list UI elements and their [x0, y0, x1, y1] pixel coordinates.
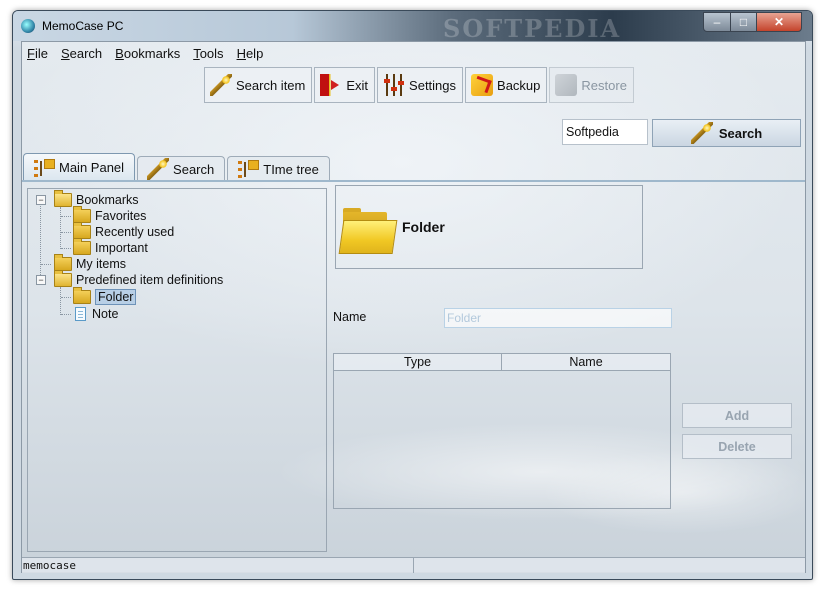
tree-node-favorites[interactable]: Favorites	[73, 206, 146, 224]
tree-node-bookmarks[interactable]: Bookmarks	[54, 190, 139, 208]
app-icon	[21, 19, 35, 33]
tab-time-tree[interactable]: TIme tree	[227, 156, 330, 181]
menu-search[interactable]: Search	[61, 46, 102, 61]
torch-icon	[210, 74, 232, 96]
menu-bar: File Search Bookmarks Tools Help	[22, 42, 805, 64]
tree-line	[61, 248, 71, 249]
tree-line	[41, 264, 51, 265]
item-header-title: Folder	[402, 219, 445, 235]
window-title: MemoCase PC	[42, 19, 124, 33]
search-input[interactable]: Softpedia	[562, 119, 648, 145]
restore-icon	[555, 74, 578, 96]
tree-line	[60, 287, 61, 315]
menu-tools[interactable]: Tools	[193, 46, 223, 61]
tab-main-panel[interactable]: Main Panel	[23, 153, 136, 181]
search-button[interactable]: Search	[652, 119, 801, 147]
tab-bar: Main Panel Search TIme tree	[23, 152, 332, 181]
name-field[interactable]: Folder	[444, 308, 672, 328]
tree-node-my-items[interactable]: My items	[54, 254, 126, 272]
tree-line	[61, 232, 71, 233]
client-area: File Search Bookmarks Tools Help Search …	[21, 41, 806, 573]
tree-node-recently-used[interactable]: Recently used	[73, 222, 174, 240]
folder-open-icon	[54, 270, 72, 287]
toolbar: Search item Exit Settings Backup Restore	[204, 67, 634, 103]
exit-button[interactable]: Exit	[314, 67, 376, 103]
title-bar[interactable]: MemoCase PC SOFTPEDIA – □ ✕	[13, 11, 812, 43]
maximize-icon: □	[739, 15, 748, 29]
note-icon	[75, 307, 86, 321]
minimize-button[interactable]: –	[703, 12, 731, 32]
tree-line	[61, 216, 71, 217]
maximize-button[interactable]: □	[730, 12, 757, 32]
tree-panel[interactable]: − Bookmarks Favorites Recently used Impo…	[27, 188, 327, 552]
large-folder-icon	[338, 208, 398, 254]
restore-button[interactable]: Restore	[549, 67, 634, 103]
tree-icon	[33, 156, 55, 179]
sliders-icon	[383, 74, 406, 96]
close-button[interactable]: ✕	[756, 12, 802, 32]
folder-icon	[73, 206, 91, 223]
status-bar: memocase	[22, 557, 805, 573]
tab-main-panel-label: Main Panel	[59, 160, 125, 175]
tree-node-folder[interactable]: Folder	[73, 287, 137, 305]
tree-line	[40, 201, 41, 281]
tree-node-important[interactable]: Important	[73, 238, 148, 256]
exit-label: Exit	[346, 77, 369, 93]
settings-label: Settings	[409, 77, 457, 93]
menu-help[interactable]: Help	[237, 46, 264, 61]
collapse-toggle-bookmarks[interactable]: −	[36, 195, 46, 205]
minimize-icon: –	[713, 15, 721, 29]
delete-button[interactable]: Delete	[682, 434, 792, 459]
folder-icon	[54, 254, 72, 271]
folder-icon	[73, 238, 91, 255]
tab-time-tree-label: TIme tree	[263, 161, 319, 177]
status-text: memocase	[22, 558, 414, 573]
tree-line	[61, 297, 71, 298]
selected-node-label: Folder	[95, 289, 137, 305]
close-icon: ✕	[773, 15, 785, 29]
watermark: SOFTPEDIA	[443, 14, 622, 43]
search-button-label: Search	[718, 125, 763, 141]
backup-label: Backup	[497, 77, 541, 93]
tab-search-label: Search	[173, 161, 215, 177]
name-label: Name	[333, 310, 367, 324]
menu-bookmarks[interactable]: Bookmarks	[115, 46, 180, 61]
menu-file[interactable]: File	[27, 46, 48, 61]
folder-icon	[73, 287, 91, 304]
restore-label: Restore	[581, 77, 627, 93]
torch-icon	[690, 122, 713, 144]
folder-icon	[73, 222, 91, 239]
tree-line	[61, 314, 71, 315]
search-item-label: Search item	[236, 77, 306, 93]
tree-line	[60, 207, 61, 249]
torch-icon	[147, 158, 170, 180]
backup-icon	[471, 74, 494, 96]
add-button[interactable]: Add	[682, 403, 792, 428]
settings-button[interactable]: Settings	[377, 67, 464, 103]
column-header-name[interactable]: Name	[502, 354, 670, 370]
column-header-type[interactable]: Type	[334, 354, 502, 370]
item-header-box: Folder	[335, 185, 643, 269]
folder-open-icon	[54, 190, 72, 207]
table-header: Type Name	[334, 354, 670, 371]
fields-table[interactable]: Type Name	[333, 353, 671, 509]
search-item-button[interactable]: Search item	[204, 67, 313, 103]
backup-button[interactable]: Backup	[465, 67, 548, 103]
tab-search[interactable]: Search	[137, 156, 226, 181]
tab-underline	[22, 180, 805, 182]
tree-node-note[interactable]: Note	[73, 306, 118, 322]
app-window: MemoCase PC SOFTPEDIA – □ ✕ File Search …	[12, 10, 813, 580]
tree-node-predefined-definitions[interactable]: Predefined item definitions	[54, 270, 223, 288]
tree-icon	[237, 158, 260, 180]
exit-door-icon	[320, 74, 343, 96]
collapse-toggle-predefined[interactable]: −	[36, 275, 46, 285]
